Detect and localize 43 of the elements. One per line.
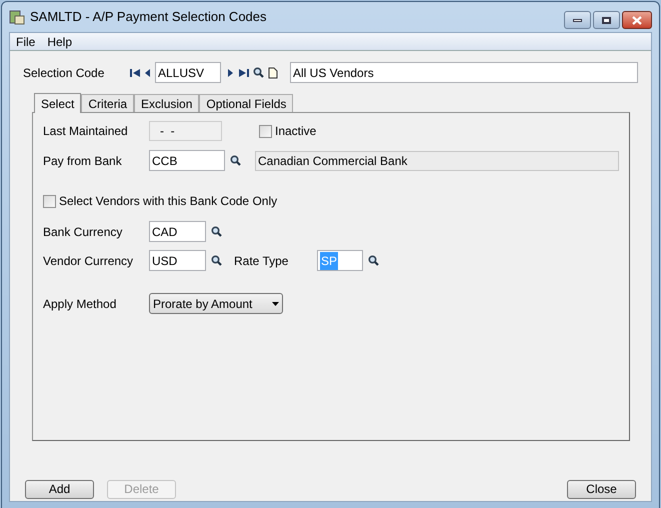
dropdown-arrow-icon — [272, 302, 279, 306]
search-icon[interactable] — [211, 226, 222, 237]
menu-item[interactable]: File — [16, 32, 36, 50]
field-label: Bank Currency — [43, 224, 124, 240]
search-icon[interactable] — [368, 255, 379, 266]
field-label: Last Maintained — [43, 123, 129, 140]
close-icon[interactable] — [622, 11, 652, 29]
vendor-currency-field[interactable]: USD — [149, 250, 206, 271]
last-maintained-field: - - — [149, 121, 222, 141]
checkbox[interactable] — [43, 194, 56, 208]
bank-code-field[interactable]: CCB — [149, 150, 225, 171]
apply-method-dropdown[interactable]: Prorate by Amount — [149, 293, 283, 314]
bank-currency-field[interactable]: CAD — [149, 221, 206, 242]
checkbox[interactable] — [259, 124, 272, 138]
first-record-icon[interactable] — [130, 68, 141, 78]
tab[interactable]: Optional Fields — [199, 94, 294, 112]
app-icon — [9, 9, 25, 25]
tab[interactable]: Select — [34, 93, 82, 113]
field-label: Pay from Bank — [43, 152, 123, 170]
checkbox-label: Select Vendors with this Bank Code Only — [59, 193, 278, 210]
maximize-button[interactable] — [593, 11, 620, 29]
search-icon[interactable] — [211, 255, 222, 266]
field-label: Vendor Currency — [43, 252, 134, 270]
description-field[interactable]: All US Vendors — [290, 62, 638, 83]
tab[interactable]: Exclusion — [134, 94, 200, 112]
search-icon[interactable] — [253, 67, 264, 78]
new-document-icon[interactable] — [268, 66, 278, 78]
field-label: Rate Type — [234, 252, 290, 270]
search-icon[interactable] — [230, 155, 241, 166]
minimize-button[interactable] — [564, 11, 591, 29]
checkbox-label: Inactive — [275, 123, 316, 140]
last-record-icon[interactable] — [238, 68, 249, 78]
add-button[interactable]: Add — [25, 480, 94, 498]
previous-record-icon[interactable] — [144, 68, 151, 78]
selection-code-field[interactable]: ALLUSV — [155, 62, 221, 83]
bank-name-field: Canadian Commercial Bank — [255, 150, 619, 170]
next-record-icon[interactable] — [227, 68, 234, 78]
tab[interactable]: Criteria — [81, 94, 134, 112]
window-title: SAMLTD - A/P Payment Selection Codes — [30, 8, 267, 26]
field-label: Apply Method — [43, 296, 118, 312]
field-label: Selection Code — [23, 64, 106, 82]
menu-item[interactable]: Help — [47, 32, 72, 50]
close-button[interactable]: Close — [567, 480, 636, 498]
